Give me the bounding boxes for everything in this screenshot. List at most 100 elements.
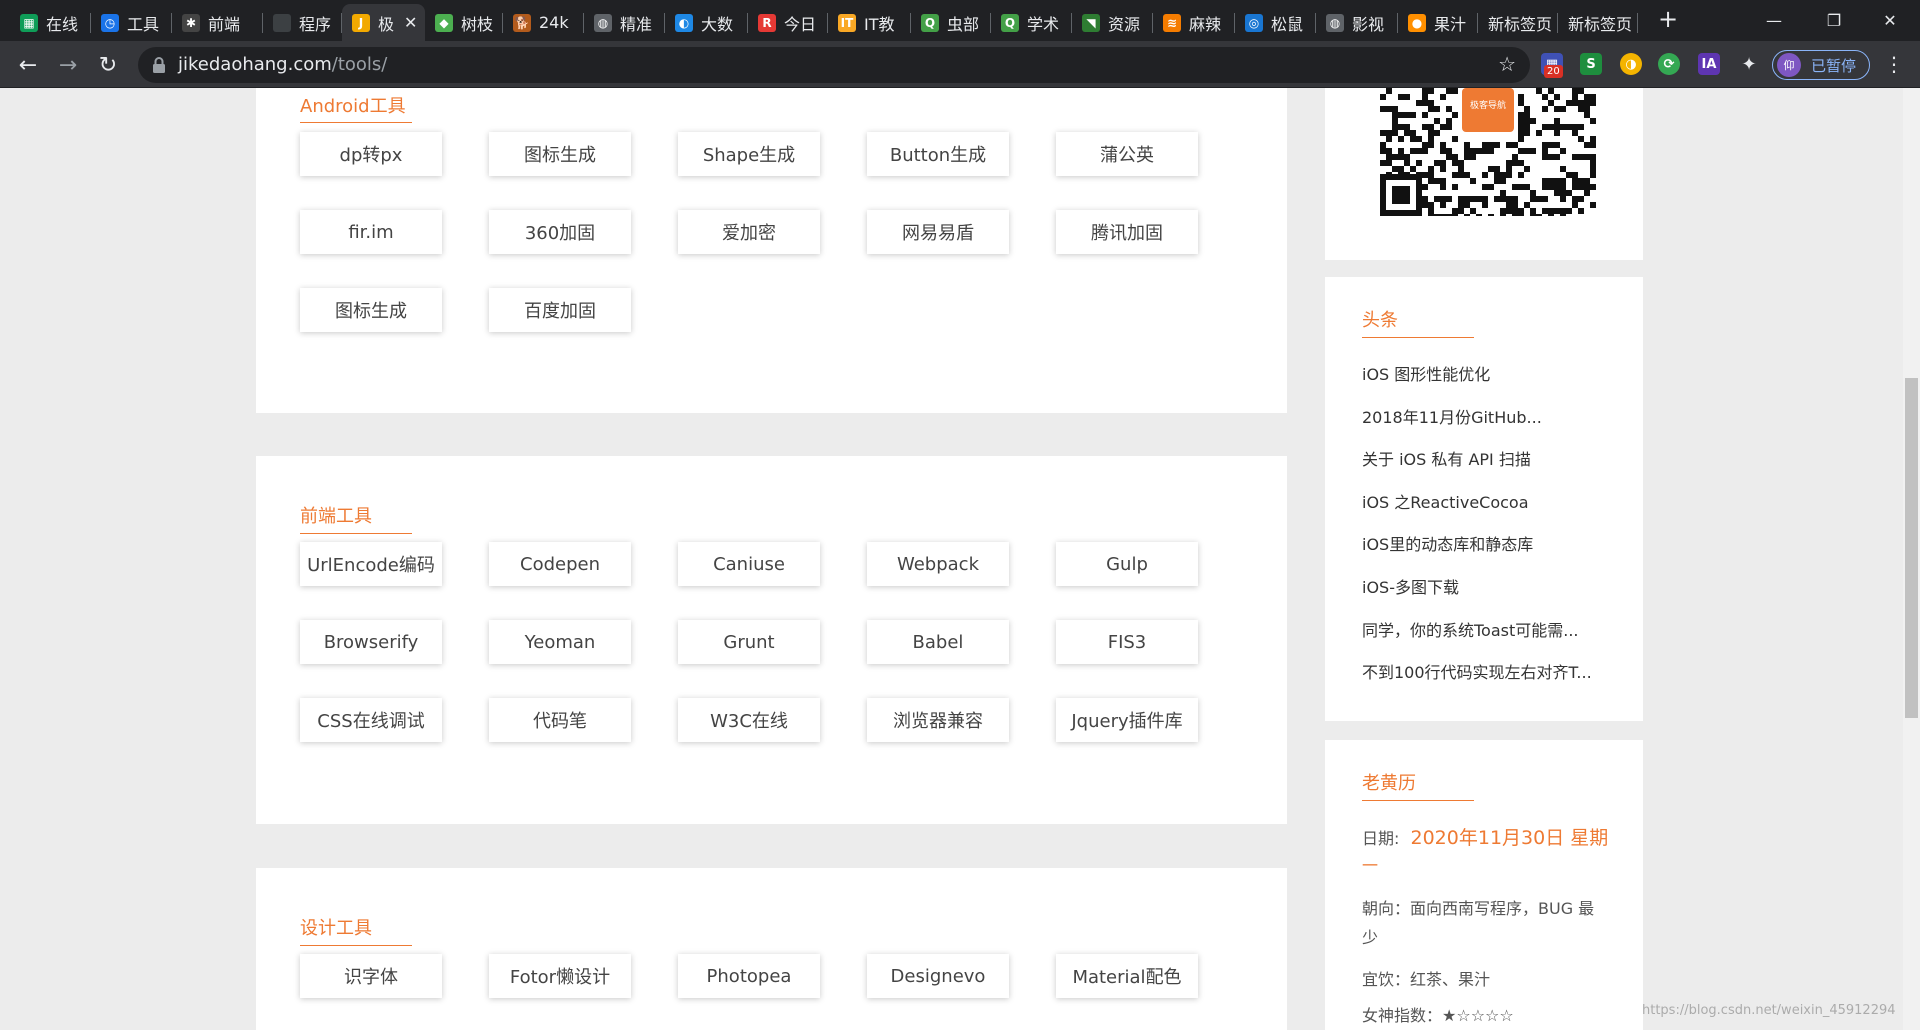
tab-close-icon[interactable]: ✕ bbox=[404, 13, 417, 32]
tab-favicon-icon: IT bbox=[838, 13, 856, 32]
tool-button[interactable]: Shape生成 bbox=[678, 132, 820, 176]
browser-tab[interactable]: 🐕 24k bbox=[503, 4, 584, 41]
tool-button[interactable]: dp转px bbox=[300, 132, 442, 176]
browser-toolbar: ← → ↻ jikedaohang.com/tools/ ☆ ▦ 20 S ◑ … bbox=[0, 41, 1920, 88]
tab-label: 资源 bbox=[1108, 14, 1141, 34]
tab-label: 精准 bbox=[620, 14, 653, 34]
browser-tab[interactable]: Q 虫部 bbox=[911, 4, 991, 41]
bookmark-star-icon[interactable]: ☆ bbox=[1498, 52, 1516, 76]
tab-strip: ▦ 在线 ◷ 工具 ✱ 前端 程序 J 极 ✕ ◆ 树枝 🐕 24k ◍ 精准 ◐ 大数 R 今日 IT IT教 Q 虫部 Q 学… bbox=[0, 0, 1920, 41]
tool-button[interactable]: Caniuse bbox=[678, 542, 820, 586]
extension-ia-icon[interactable]: IA bbox=[1698, 53, 1720, 75]
tool-button[interactable]: Photopea bbox=[678, 954, 820, 998]
date-label: 日期: bbox=[1362, 829, 1400, 848]
almanac-title: 老黄历 bbox=[1362, 773, 1416, 794]
tool-button[interactable]: Fotor懒设计 bbox=[489, 954, 631, 998]
tool-button[interactable]: Webpack bbox=[867, 542, 1009, 586]
tool-button[interactable]: 蒲公英 bbox=[1056, 132, 1198, 176]
tool-button[interactable]: 网易易盾 bbox=[867, 210, 1009, 254]
extension-s-icon[interactable]: S bbox=[1580, 53, 1602, 75]
menu-icon[interactable]: ⋮ bbox=[1884, 53, 1904, 77]
tool-button[interactable]: 图标生成 bbox=[300, 288, 442, 332]
browser-tab[interactable]: J 极 ✕ bbox=[342, 4, 425, 41]
browser-tab[interactable]: 新标签页 bbox=[1558, 4, 1638, 41]
minimize-button[interactable]: — bbox=[1744, 0, 1804, 41]
browser-tab[interactable]: ◥ 资源 bbox=[1072, 4, 1153, 41]
page-viewport: Android工具 dp转px 图标生成 Shape生成 Button生成 蒲公英 fir… bbox=[0, 88, 1903, 1030]
tool-button[interactable]: Designevo bbox=[867, 954, 1009, 998]
browser-tab[interactable]: ◆ 树枝 bbox=[425, 4, 503, 41]
scrollbar-thumb[interactable] bbox=[1905, 378, 1918, 718]
tool-button[interactable]: UrlEncode编码 bbox=[300, 542, 442, 586]
tool-button[interactable]: W3C在线 bbox=[678, 698, 820, 742]
section-underline bbox=[300, 122, 412, 123]
tool-button[interactable]: Material配色 bbox=[1056, 954, 1198, 998]
new-tab-button[interactable]: + bbox=[1654, 6, 1682, 34]
extension-color-icon[interactable]: ◑ bbox=[1620, 53, 1642, 75]
extensions-icon[interactable]: ✦ bbox=[1738, 53, 1760, 75]
tool-button[interactable]: 360加固 bbox=[489, 210, 631, 254]
tool-button[interactable]: 代码笔 bbox=[489, 698, 631, 742]
headline-link[interactable]: 2018年11月份GitHub... bbox=[1362, 404, 1542, 428]
browser-tab[interactable]: ◎ 松鼠 bbox=[1235, 4, 1316, 41]
tool-button[interactable]: Gulp bbox=[1056, 542, 1198, 586]
android-tools-panel: Android工具 dp转px 图标生成 Shape生成 Button生成 蒲公英 fir… bbox=[256, 88, 1287, 413]
tool-button[interactable]: fir.im bbox=[300, 210, 442, 254]
lock-icon bbox=[153, 57, 165, 73]
tab-label: 程序 bbox=[299, 14, 332, 34]
headline-link[interactable]: iOS 图形性能优化 bbox=[1362, 361, 1490, 385]
tool-button[interactable]: Babel bbox=[867, 620, 1009, 664]
browser-tab[interactable]: ● 果汁 bbox=[1398, 4, 1478, 41]
maximize-button[interactable]: ❐ bbox=[1804, 0, 1864, 41]
extension-badge: 20 bbox=[1544, 65, 1563, 78]
back-icon[interactable]: ← bbox=[12, 49, 44, 81]
frontend-tools-panel: 前端工具 UrlEncode编码 Codepen Caniuse Webpack Gul… bbox=[256, 456, 1287, 824]
tool-button[interactable]: FIS3 bbox=[1056, 620, 1198, 664]
tab-favicon-icon: Q bbox=[921, 13, 939, 32]
tab-favicon-icon: ✱ bbox=[182, 13, 200, 32]
tool-button[interactable]: 识字体 bbox=[300, 954, 442, 998]
address-bar[interactable]: jikedaohang.com/tools/ ☆ bbox=[138, 47, 1530, 83]
close-window-button[interactable]: ✕ bbox=[1860, 0, 1920, 41]
browser-tab[interactable]: ◷ 工具 bbox=[91, 4, 172, 41]
tool-button[interactable]: 腾讯加固 bbox=[1056, 210, 1198, 254]
tab-favicon-icon: ▦ bbox=[20, 13, 38, 32]
headline-link[interactable]: iOS 之ReactiveCocoa bbox=[1362, 489, 1529, 513]
tool-button[interactable]: CSS在线调试 bbox=[300, 698, 442, 742]
forward-icon[interactable]: → bbox=[52, 49, 84, 81]
browser-tab[interactable]: ≋ 麻辣 bbox=[1153, 4, 1235, 41]
tool-button[interactable]: Grunt bbox=[678, 620, 820, 664]
browser-tab[interactable]: ◍ 影视 bbox=[1316, 4, 1398, 41]
browser-tab[interactable]: ◐ 大数 bbox=[665, 4, 748, 41]
browser-tab[interactable]: IT IT教 bbox=[828, 4, 911, 41]
headline-link[interactable]: 同学，你的系统Toast可能需... bbox=[1362, 617, 1579, 641]
tab-label: 前端 bbox=[208, 14, 241, 34]
browser-tab[interactable]: Q 学术 bbox=[991, 4, 1072, 41]
reload-icon[interactable]: ↻ bbox=[92, 49, 124, 81]
browser-tab[interactable]: 程序 bbox=[263, 4, 342, 41]
browser-tab[interactable]: ▦ 在线 bbox=[10, 4, 91, 41]
browser-tab[interactable]: ✱ 前端 bbox=[172, 4, 263, 41]
tool-button[interactable]: Yeoman bbox=[489, 620, 631, 664]
tool-button[interactable]: 百度加固 bbox=[489, 288, 631, 332]
tool-button[interactable]: 图标生成 bbox=[489, 132, 631, 176]
browser-tab[interactable]: ◍ 精准 bbox=[584, 4, 665, 41]
tool-button[interactable]: Button生成 bbox=[867, 132, 1009, 176]
tool-button[interactable]: 浏览器兼容 bbox=[867, 698, 1009, 742]
tool-button[interactable]: Codepen bbox=[489, 542, 631, 586]
browser-tab[interactable]: R 今日 bbox=[748, 4, 828, 41]
headline-link[interactable]: 不到100行代码实现左右对齐T... bbox=[1362, 659, 1592, 683]
tab-separator bbox=[1637, 13, 1638, 33]
extension-sync-icon[interactable]: ⟳ bbox=[1658, 53, 1680, 75]
date-value: 2020年11月30日 星期 bbox=[1410, 827, 1609, 849]
tab-favicon-icon: ● bbox=[1408, 13, 1426, 32]
headline-link[interactable]: iOS里的动态库和静态库 bbox=[1362, 531, 1533, 555]
tool-button[interactable]: Jquery插件库 bbox=[1056, 698, 1198, 742]
headline-link[interactable]: iOS-多图下载 bbox=[1362, 574, 1459, 598]
browser-tab[interactable]: 新标签页 bbox=[1478, 4, 1558, 41]
profile-button[interactable]: 仰 已暂停 bbox=[1772, 50, 1870, 80]
tab-label: 工具 bbox=[127, 14, 160, 34]
headline-link[interactable]: 关于 iOS 私有 API 扫描 bbox=[1362, 446, 1531, 470]
tool-button[interactable]: Browserify bbox=[300, 620, 442, 664]
tool-button[interactable]: 爱加密 bbox=[678, 210, 820, 254]
